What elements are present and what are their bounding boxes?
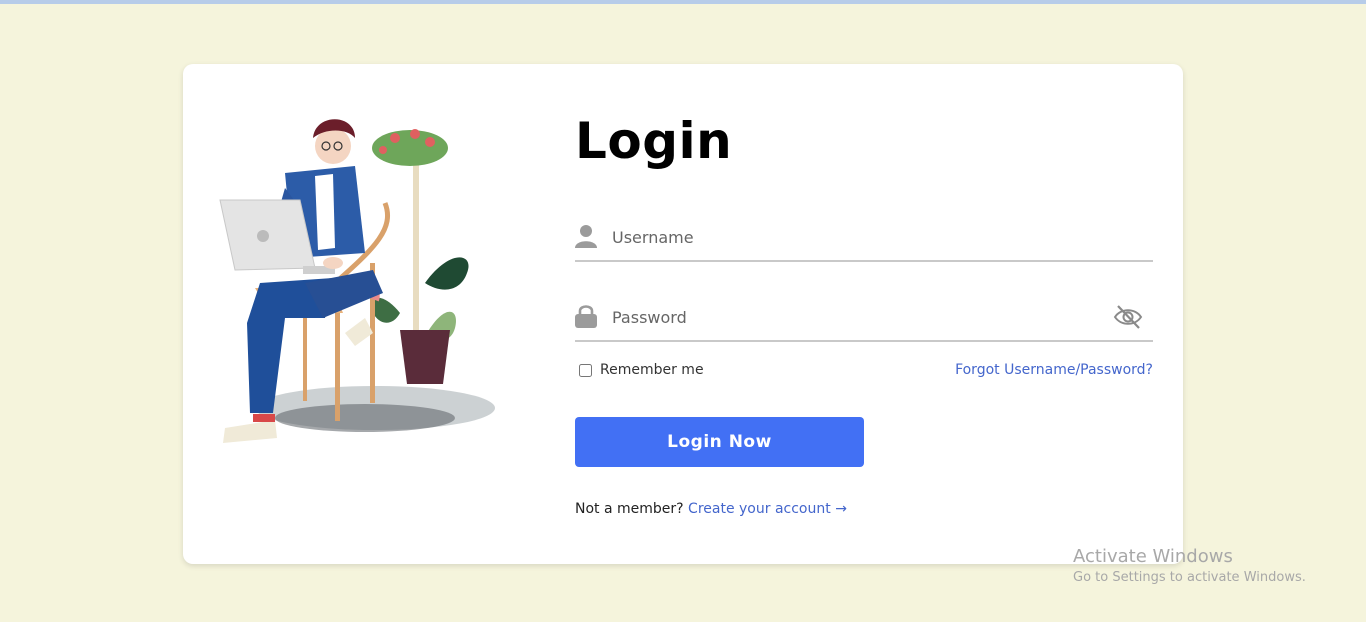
page-title: Login — [575, 112, 733, 170]
arrow-right-icon: → — [835, 501, 847, 517]
browser-top-border — [0, 0, 1366, 4]
password-field — [575, 298, 1153, 342]
login-button[interactable]: Login Now — [575, 417, 864, 467]
remember-checkbox[interactable] — [579, 363, 592, 377]
remember-me[interactable]: Remember me — [578, 362, 704, 378]
not-member-text: Not a member? — [575, 501, 684, 517]
username-field — [575, 218, 1153, 262]
remember-label: Remember me — [600, 362, 704, 378]
create-account-link[interactable]: Create your account → — [688, 501, 847, 517]
user-icon — [575, 225, 597, 248]
username-input[interactable] — [610, 223, 1114, 251]
lock-icon — [575, 305, 597, 328]
watermark-title: Activate Windows — [1073, 546, 1233, 567]
eye-slash-icon[interactable] — [1113, 303, 1143, 331]
forgot-credentials-link[interactable]: Forgot Username/Password? — [955, 362, 1153, 378]
create-account-label: Create your account — [688, 501, 831, 517]
watermark-subtitle: Go to Settings to activate Windows. — [1073, 570, 1306, 585]
windows-activation-watermark: Activate Windows Go to Settings to activ… — [1073, 546, 1306, 585]
illustration-person-laptop — [219, 119, 495, 443]
signup-prompt: Not a member? Create your account → — [575, 501, 847, 517]
password-input[interactable] — [610, 303, 1114, 331]
